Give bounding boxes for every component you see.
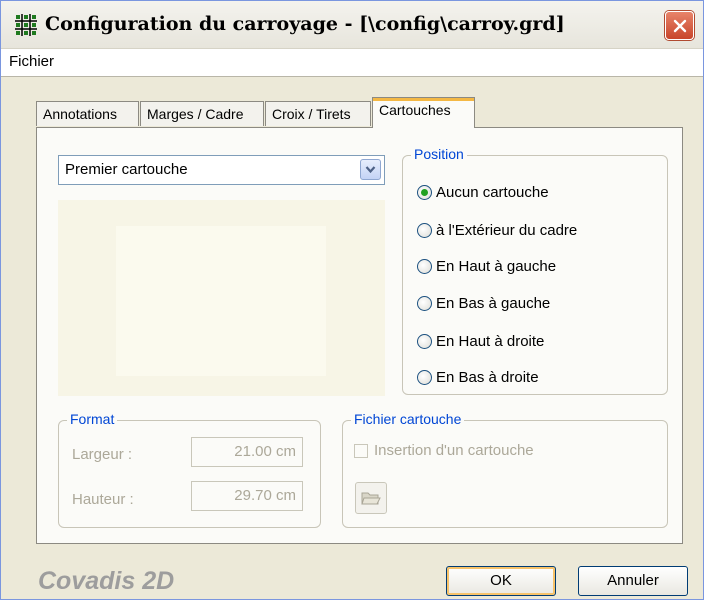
title-bar[interactable]: Configuration du carroyage - [\config\ca… (1, 1, 703, 49)
brand-label: Covadis 2D (38, 567, 175, 595)
position-group: Position Aucun cartouche à l'Extérieur d… (402, 146, 668, 395)
radio-button-icon (417, 295, 432, 311)
fichier-cartouche-group-title: Fichier cartouche (351, 411, 465, 427)
cartouche-select-value: Premier cartouche (65, 161, 188, 178)
menu-item-fichier[interactable]: Fichier (9, 53, 54, 70)
folder-open-icon (361, 492, 381, 505)
fichier-cartouche-group: Fichier cartouche (342, 411, 668, 528)
checkbox-box (354, 443, 368, 458)
radio-bas-gauche[interactable]: En Bas à gauche (417, 293, 550, 313)
radio-label: En Bas à gauche (436, 294, 551, 312)
cartouche-preview (58, 200, 385, 396)
browse-cartouche-button[interactable] (355, 482, 387, 514)
radio-label: En Haut à droite (436, 332, 545, 350)
cartouche-select[interactable]: Premier cartouche (58, 155, 385, 185)
tab-marges-cadre[interactable]: Marges / Cadre (140, 101, 264, 126)
tab-croix-tirets[interactable]: Croix / Tirets (265, 101, 371, 126)
radio-label: à l'Extérieur du cadre (436, 221, 578, 239)
cancel-button[interactable]: Annuler (578, 566, 688, 596)
cartouche-preview-page (116, 226, 326, 376)
radio-button-icon (417, 184, 432, 200)
radio-bas-droite[interactable]: En Bas à droite (417, 367, 539, 387)
radio-aucun-cartouche[interactable]: Aucun cartouche (417, 182, 549, 202)
ok-button[interactable]: OK (446, 566, 556, 596)
hauteur-label: Hauteur : (72, 491, 134, 508)
hauteur-field[interactable]: 29.70 cm (191, 481, 303, 511)
menu-bar: Fichier (1, 49, 703, 77)
radio-selected-dot (421, 188, 428, 196)
grid-icon (15, 14, 37, 36)
radio-button-icon (417, 333, 432, 349)
tab-annotations[interactable]: Annotations (36, 101, 139, 126)
radio-haut-droite[interactable]: En Haut à droite (417, 331, 544, 351)
radio-label: En Bas à droite (436, 368, 539, 386)
close-button[interactable] (665, 11, 694, 40)
format-group-title: Format (67, 411, 118, 427)
radio-button-icon (417, 369, 432, 385)
window-title: Configuration du carroyage - [\config\ca… (45, 13, 565, 35)
radio-button-icon (417, 258, 432, 274)
radio-exterieur-cadre[interactable]: à l'Extérieur du cadre (417, 220, 577, 240)
insertion-cartouche-checkbox[interactable]: Insertion d'un cartouche (354, 442, 534, 459)
chevron-down-icon (365, 166, 376, 174)
position-group-title: Position (411, 146, 467, 162)
radio-haut-gauche[interactable]: En Haut à gauche (417, 256, 556, 276)
radio-label: En Haut à gauche (436, 257, 557, 275)
radio-label: Aucun cartouche (436, 183, 549, 201)
checkbox-label: Insertion d'un cartouche (374, 442, 534, 459)
largeur-field[interactable]: 21.00 cm (191, 437, 303, 467)
radio-button-icon (417, 222, 432, 238)
largeur-label: Largeur : (72, 446, 133, 463)
dropdown-button[interactable] (360, 159, 381, 180)
close-icon (673, 19, 686, 32)
tab-cartouches[interactable]: Cartouches (372, 97, 475, 128)
